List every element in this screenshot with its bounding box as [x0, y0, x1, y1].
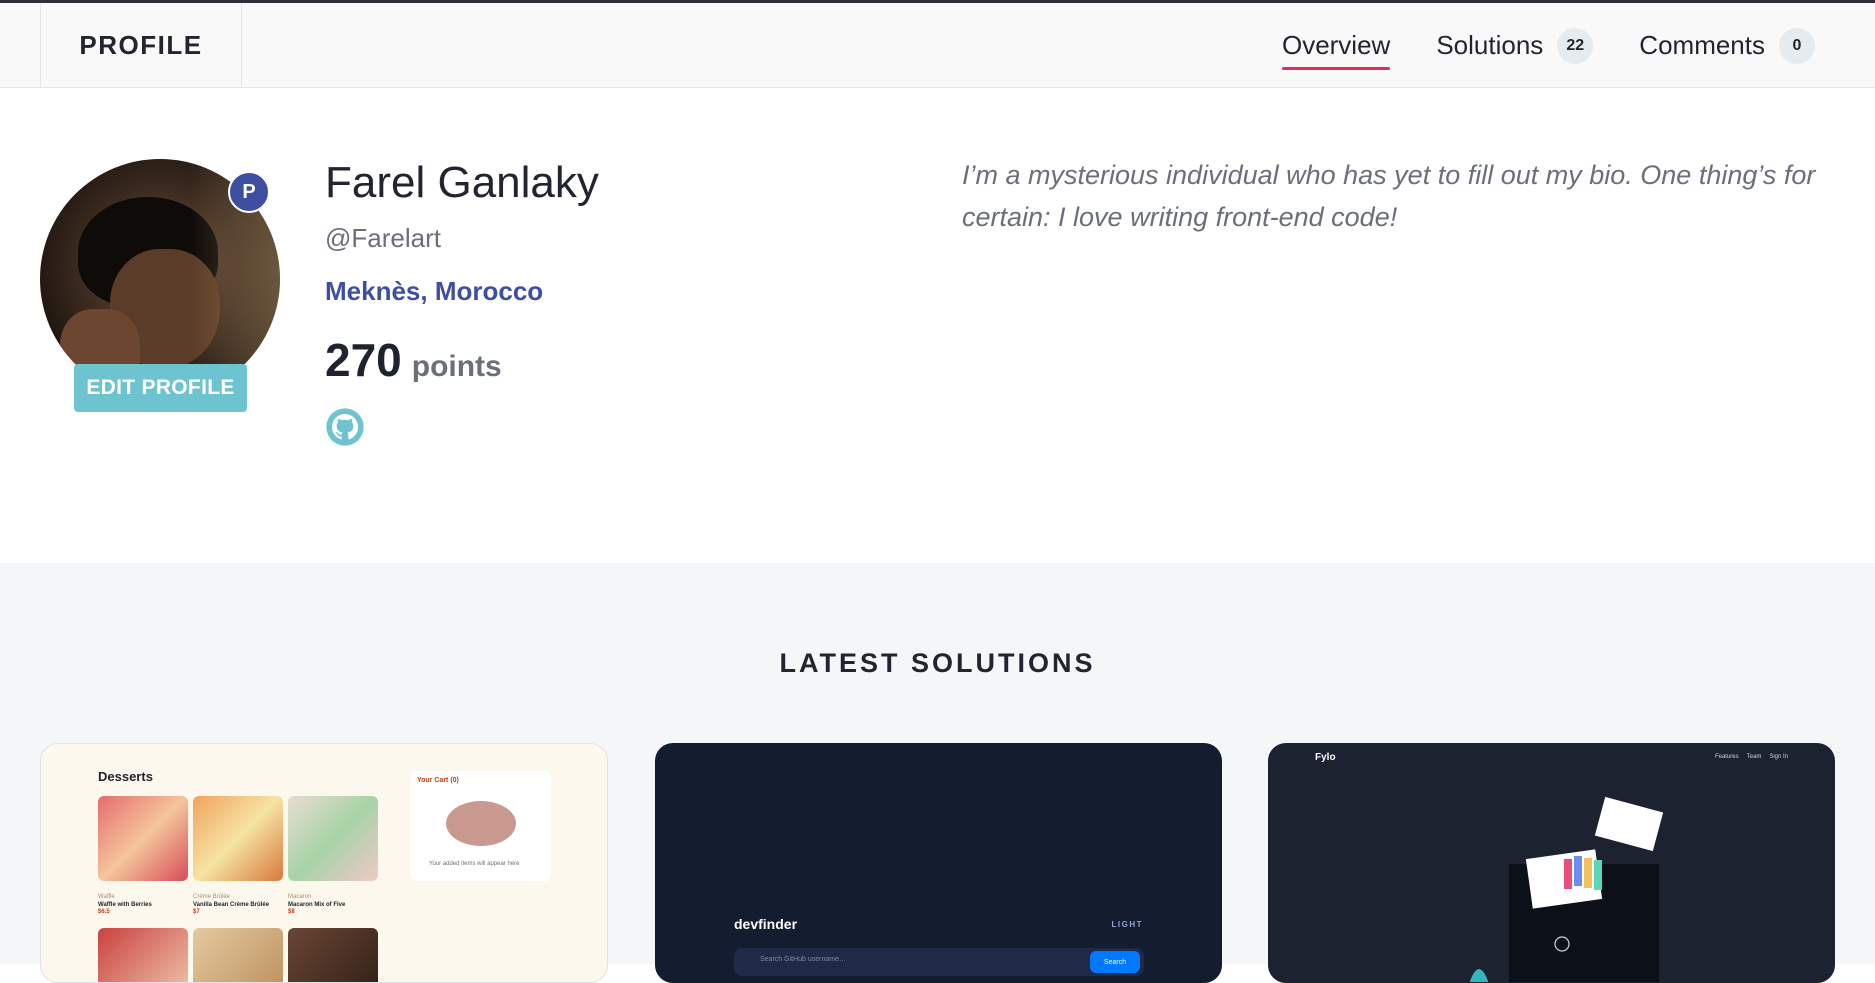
dessert-thumb: [98, 796, 188, 881]
premium-badge: P: [228, 171, 270, 213]
tab-overview[interactable]: Overview: [1281, 30, 1391, 70]
solution-card-fylo[interactable]: Fylo Features Team Sign In: [1268, 743, 1835, 983]
profile-header: PROFILE Overview Solutions 22 Comments 0: [0, 3, 1875, 88]
theme-toggle-label: LIGHT: [1111, 920, 1143, 929]
profile-location[interactable]: Meknès, Morocco: [325, 276, 599, 307]
fylo-brand: Fylo: [1315, 752, 1336, 763]
fylo-illustration: [1469, 796, 1664, 982]
solution-card-devfinder[interactable]: devfinder LIGHT Search GitHub username… …: [655, 743, 1222, 983]
avatar-container: P: [40, 159, 280, 399]
profile-username: @Farelart: [325, 223, 441, 254]
tab-solutions[interactable]: Solutions 22: [1436, 27, 1594, 64]
points-row: 270 points: [325, 333, 599, 387]
dessert-item: Macaron Macaron Mix of Five $8: [288, 894, 346, 915]
profile-section: P EDIT PROFILE Farel Ganlaky @Farelart M…: [0, 89, 1875, 563]
cart-preview: Your Cart (0) Your added items will appe…: [411, 771, 551, 881]
dessert-thumb: [288, 796, 378, 881]
dessert-thumb: [193, 928, 283, 982]
devfinder-search-bar: Search GitHub username… Search: [734, 948, 1144, 976]
github-icon[interactable]: [325, 407, 365, 447]
latest-solutions-title: LATEST SOLUTIONS: [779, 648, 1096, 678]
solution-card-desserts[interactable]: Desserts Waffle Waffle with Berries $6.5…: [40, 743, 608, 983]
empty-cart-illustration: [446, 801, 516, 846]
tab-comments-label: Comments: [1639, 30, 1765, 60]
solutions-count-badge: 22: [1557, 27, 1594, 64]
dessert-item: Crème Brûlée Vanilla Bean Crème Brûlée $…: [193, 894, 270, 915]
latest-solutions-section: LATEST SOLUTIONS Desserts Waffle Waffle …: [0, 563, 1875, 983]
points-label: points: [411, 350, 502, 384]
dessert-thumb: [288, 928, 378, 982]
fylo-nav: Features Team Sign In: [1714, 754, 1788, 760]
profile-name: Farel Ganlaky: [325, 158, 599, 207]
tab-solutions-label: Solutions: [1436, 30, 1544, 60]
profile-tabs: Overview Solutions 22 Comments 0: [1281, 3, 1815, 88]
dessert-thumb: [193, 796, 283, 881]
dessert-thumb: [98, 928, 188, 982]
profile-info: Farel Ganlaky @Farelart Meknès, Morocco …: [325, 158, 599, 447]
profile-bio: I’m a mysterious individual who has yet …: [962, 160, 1816, 232]
dessert-item: Waffle Waffle with Berries $6.5: [98, 894, 152, 915]
devfinder-brand: devfinder: [734, 916, 798, 932]
tab-overview-label: Overview: [1281, 30, 1391, 60]
edit-profile-button[interactable]: EDIT PROFILE: [74, 364, 247, 412]
page-brand: PROFILE: [40, 3, 242, 88]
points-value: 270: [325, 334, 402, 387]
comments-count-badge: 0: [1779, 27, 1815, 64]
card-desserts-title: Desserts: [98, 769, 153, 784]
tab-comments[interactable]: Comments 0: [1639, 27, 1815, 64]
